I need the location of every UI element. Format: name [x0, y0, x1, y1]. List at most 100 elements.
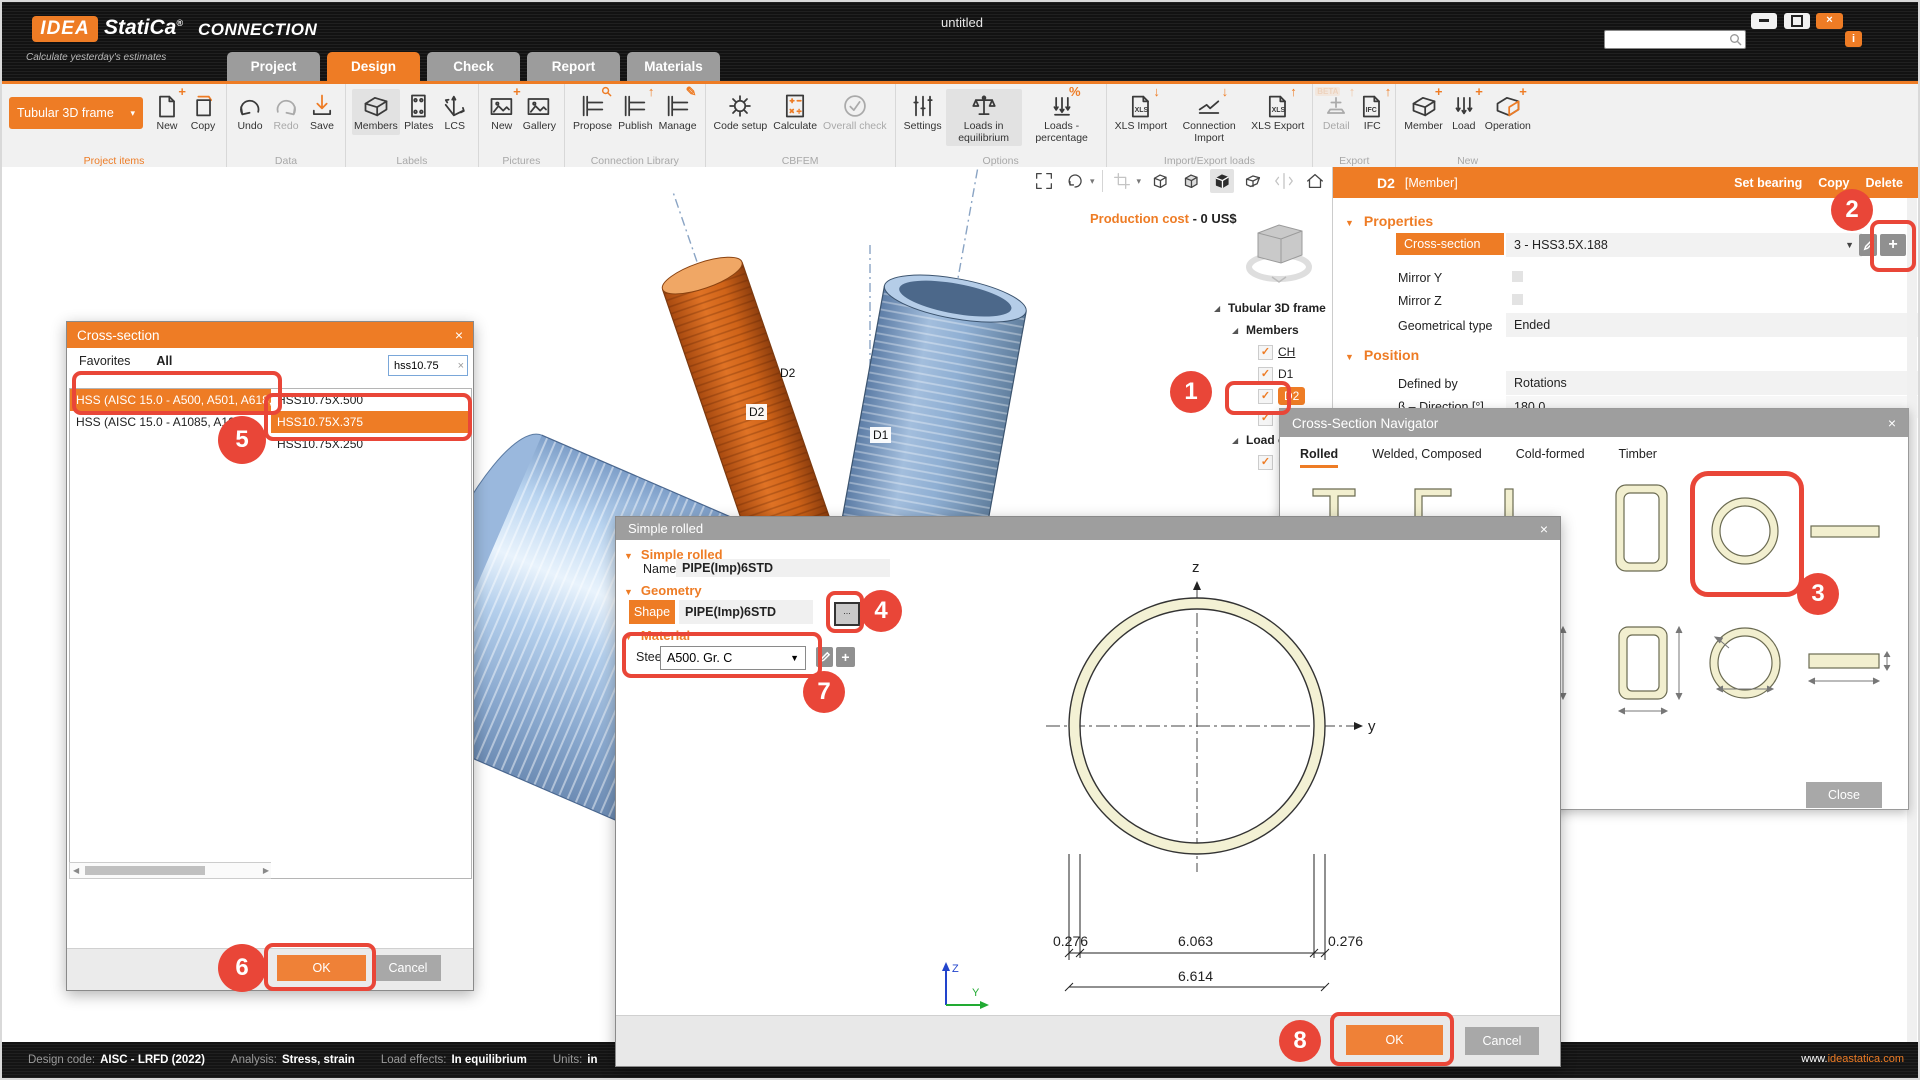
navigation-cube[interactable]	[1242, 215, 1317, 287]
cross-section-dropdown[interactable]: 3 - HSS3.5X.188▼	[1506, 233, 1862, 257]
ribbon-button-new-load[interactable]: + Load	[1447, 89, 1481, 135]
section-search-input[interactable]	[392, 359, 454, 373]
navigator-title-bar[interactable]: Cross-Section Navigator ×	[1280, 409, 1908, 437]
close-icon[interactable]: ×	[1540, 521, 1548, 537]
chevron-down-icon[interactable]: ▾	[1090, 176, 1095, 187]
clear-search-icon[interactable]: ×	[458, 360, 464, 372]
navigator-close-button[interactable]: Close	[1806, 782, 1882, 808]
ribbon-button-plates[interactable]: Plates	[402, 89, 436, 135]
dialog-title-bar[interactable]: Cross-section ×	[67, 322, 473, 348]
website-link[interactable]: www.ideastatica.com	[1801, 1053, 1904, 1065]
navigator-tab-welded[interactable]: Welded, Composed	[1372, 447, 1482, 468]
copy-member-button[interactable]: Copy	[1818, 176, 1849, 190]
navigator-tab-rolled[interactable]: Rolled	[1300, 447, 1338, 468]
ribbon-button-new-member[interactable]: + Member	[1402, 89, 1445, 135]
ribbon-button-code-setup[interactable]: Code setup	[712, 89, 770, 135]
wireframe-view-button[interactable]	[1148, 169, 1172, 193]
ribbon-button-manage[interactable]: ✎ Manage	[657, 89, 699, 135]
expander-icon[interactable]: ◢	[1232, 436, 1246, 445]
ribbon-button-copy-project-item[interactable]: Copy	[186, 89, 220, 135]
status-value[interactable]: In equilibrium	[451, 1054, 526, 1066]
checkbox-checked-icon[interactable]: ✓	[1258, 345, 1273, 360]
ribbon-button-connection-import[interactable]: ↓ Connection Import	[1171, 89, 1247, 146]
axes-icon	[440, 91, 470, 121]
tree-node-root[interactable]: ◢Tubular 3D frame	[1214, 297, 1332, 319]
chevron-down-icon[interactable]: ▾	[1137, 176, 1142, 187]
info-button[interactable]: i	[1845, 31, 1862, 47]
maximize-button[interactable]	[1784, 13, 1810, 29]
horizontal-scrollbar[interactable]: ◀▶	[69, 862, 273, 879]
ribbon-button-gallery[interactable]: Gallery	[521, 89, 558, 135]
app-name: CONNECTION	[198, 20, 317, 40]
section-position[interactable]: ▼Position	[1345, 347, 1419, 363]
search-input[interactable]	[1607, 31, 1729, 48]
status-value[interactable]: AISC - LRFD (2022)	[100, 1054, 205, 1066]
ribbon-button-lcs[interactable]: LCS	[438, 89, 472, 135]
mirror-z-checkbox[interactable]	[1512, 294, 1523, 305]
zoom-fit-button[interactable]	[1032, 169, 1056, 193]
defined-by-value: Rotations	[1514, 376, 1567, 390]
ribbon-button-undo[interactable]: Undo	[233, 89, 267, 135]
checkbox-checked-icon[interactable]: ✓	[1258, 367, 1273, 382]
ribbon-button-xls-export[interactable]: XLS↑ XLS Export	[1249, 89, 1306, 135]
expander-icon[interactable]: ◢	[1232, 326, 1246, 335]
ribbon-button-loads-in-equilibrium[interactable]: Loads in equilibrium	[946, 89, 1022, 146]
ribbon-button-members[interactable]: Members	[352, 89, 400, 135]
solid-view-button[interactable]	[1210, 169, 1234, 193]
ribbon-button-xls-import[interactable]: XLS↓ XLS Import	[1113, 89, 1170, 135]
close-icon[interactable]: ×	[1888, 415, 1896, 431]
scroll-left-icon[interactable]: ◀	[73, 866, 79, 875]
navigator-tab-timber[interactable]: Timber	[1619, 447, 1657, 468]
dialog-title-bar[interactable]: Simple rolled ×	[616, 517, 1560, 540]
ribbon-button-new-project-item[interactable]: + New	[150, 89, 184, 135]
size-list[interactable]: HSS10.75X.500 HSS10.75X.375 HSS10.75X.25…	[271, 388, 472, 879]
tab-design[interactable]: Design	[327, 52, 420, 81]
ribbon-button-propose[interactable]: Propose	[571, 89, 614, 135]
shape-flat-dim-icon[interactable]	[1809, 654, 1879, 668]
shape-flat-icon[interactable]	[1811, 526, 1879, 537]
set-bearing-button[interactable]: Set bearing	[1734, 176, 1802, 190]
navigator-tab-cold-formed[interactable]: Cold-formed	[1516, 447, 1585, 468]
ribbon-button-ifc[interactable]: IFC↑ IFC	[1355, 89, 1389, 135]
scroll-right-icon[interactable]: ▶	[263, 866, 269, 875]
tab-project[interactable]: Project	[227, 52, 320, 81]
project-item-combo[interactable]: Tubular 3D frame▾	[9, 97, 143, 129]
minimize-button[interactable]	[1751, 13, 1777, 29]
tree-item-ch[interactable]: ✓CH	[1214, 341, 1332, 363]
annotation-box-7	[264, 943, 376, 991]
section-view-button[interactable]	[1241, 169, 1265, 193]
tab-materials[interactable]: Materials	[627, 52, 720, 81]
global-search[interactable]	[1604, 30, 1746, 49]
expander-icon[interactable]: ◢	[1214, 304, 1228, 313]
status-value[interactable]: in	[587, 1054, 597, 1066]
ribbon-button-settings[interactable]: Settings	[902, 89, 944, 135]
operation-box-icon: +	[1493, 91, 1523, 121]
cancel-button[interactable]: Cancel	[1465, 1027, 1539, 1055]
scrollbar-thumb[interactable]	[85, 866, 205, 875]
defined-by-dropdown[interactable]: Rotations▼	[1506, 371, 1920, 395]
tab-check[interactable]: Check	[427, 52, 520, 81]
tab-report[interactable]: Report	[527, 52, 620, 81]
ribbon-button-save[interactable]: Save	[305, 89, 339, 135]
geometrical-type-dropdown[interactable]: Ended▼	[1506, 313, 1920, 337]
rotate-view-button[interactable]	[1063, 169, 1087, 193]
ribbon-button-calculate[interactable]: Calculate	[771, 89, 819, 135]
section-search-box[interactable]: ×	[388, 355, 468, 376]
close-icon[interactable]: ×	[455, 327, 463, 343]
ribbon-button-publish[interactable]: ↑ Publish	[616, 89, 654, 135]
shaded-view-button[interactable]	[1179, 169, 1203, 193]
section-properties[interactable]: ▼Properties	[1345, 213, 1433, 229]
close-button[interactable]: ×	[1816, 13, 1843, 29]
home-view-button[interactable]	[1303, 169, 1327, 193]
tree-node-members[interactable]: ◢Members	[1214, 319, 1332, 341]
ribbon-button-new-operation[interactable]: + Operation	[1483, 89, 1533, 135]
delete-member-button[interactable]: Delete	[1865, 176, 1903, 190]
status-value[interactable]: Stress, strain	[282, 1054, 355, 1066]
checkbox-checked-icon[interactable]: ✓	[1258, 455, 1273, 470]
mirror-y-checkbox[interactable]	[1512, 271, 1523, 282]
cancel-button[interactable]: Cancel	[375, 955, 441, 981]
ribbon-button-loads-percentage[interactable]: % Loads - percentage	[1024, 89, 1100, 146]
ribbon-button-new-picture[interactable]: + New	[485, 89, 519, 135]
copy-icon	[188, 91, 218, 121]
window-title: untitled	[862, 15, 1062, 30]
